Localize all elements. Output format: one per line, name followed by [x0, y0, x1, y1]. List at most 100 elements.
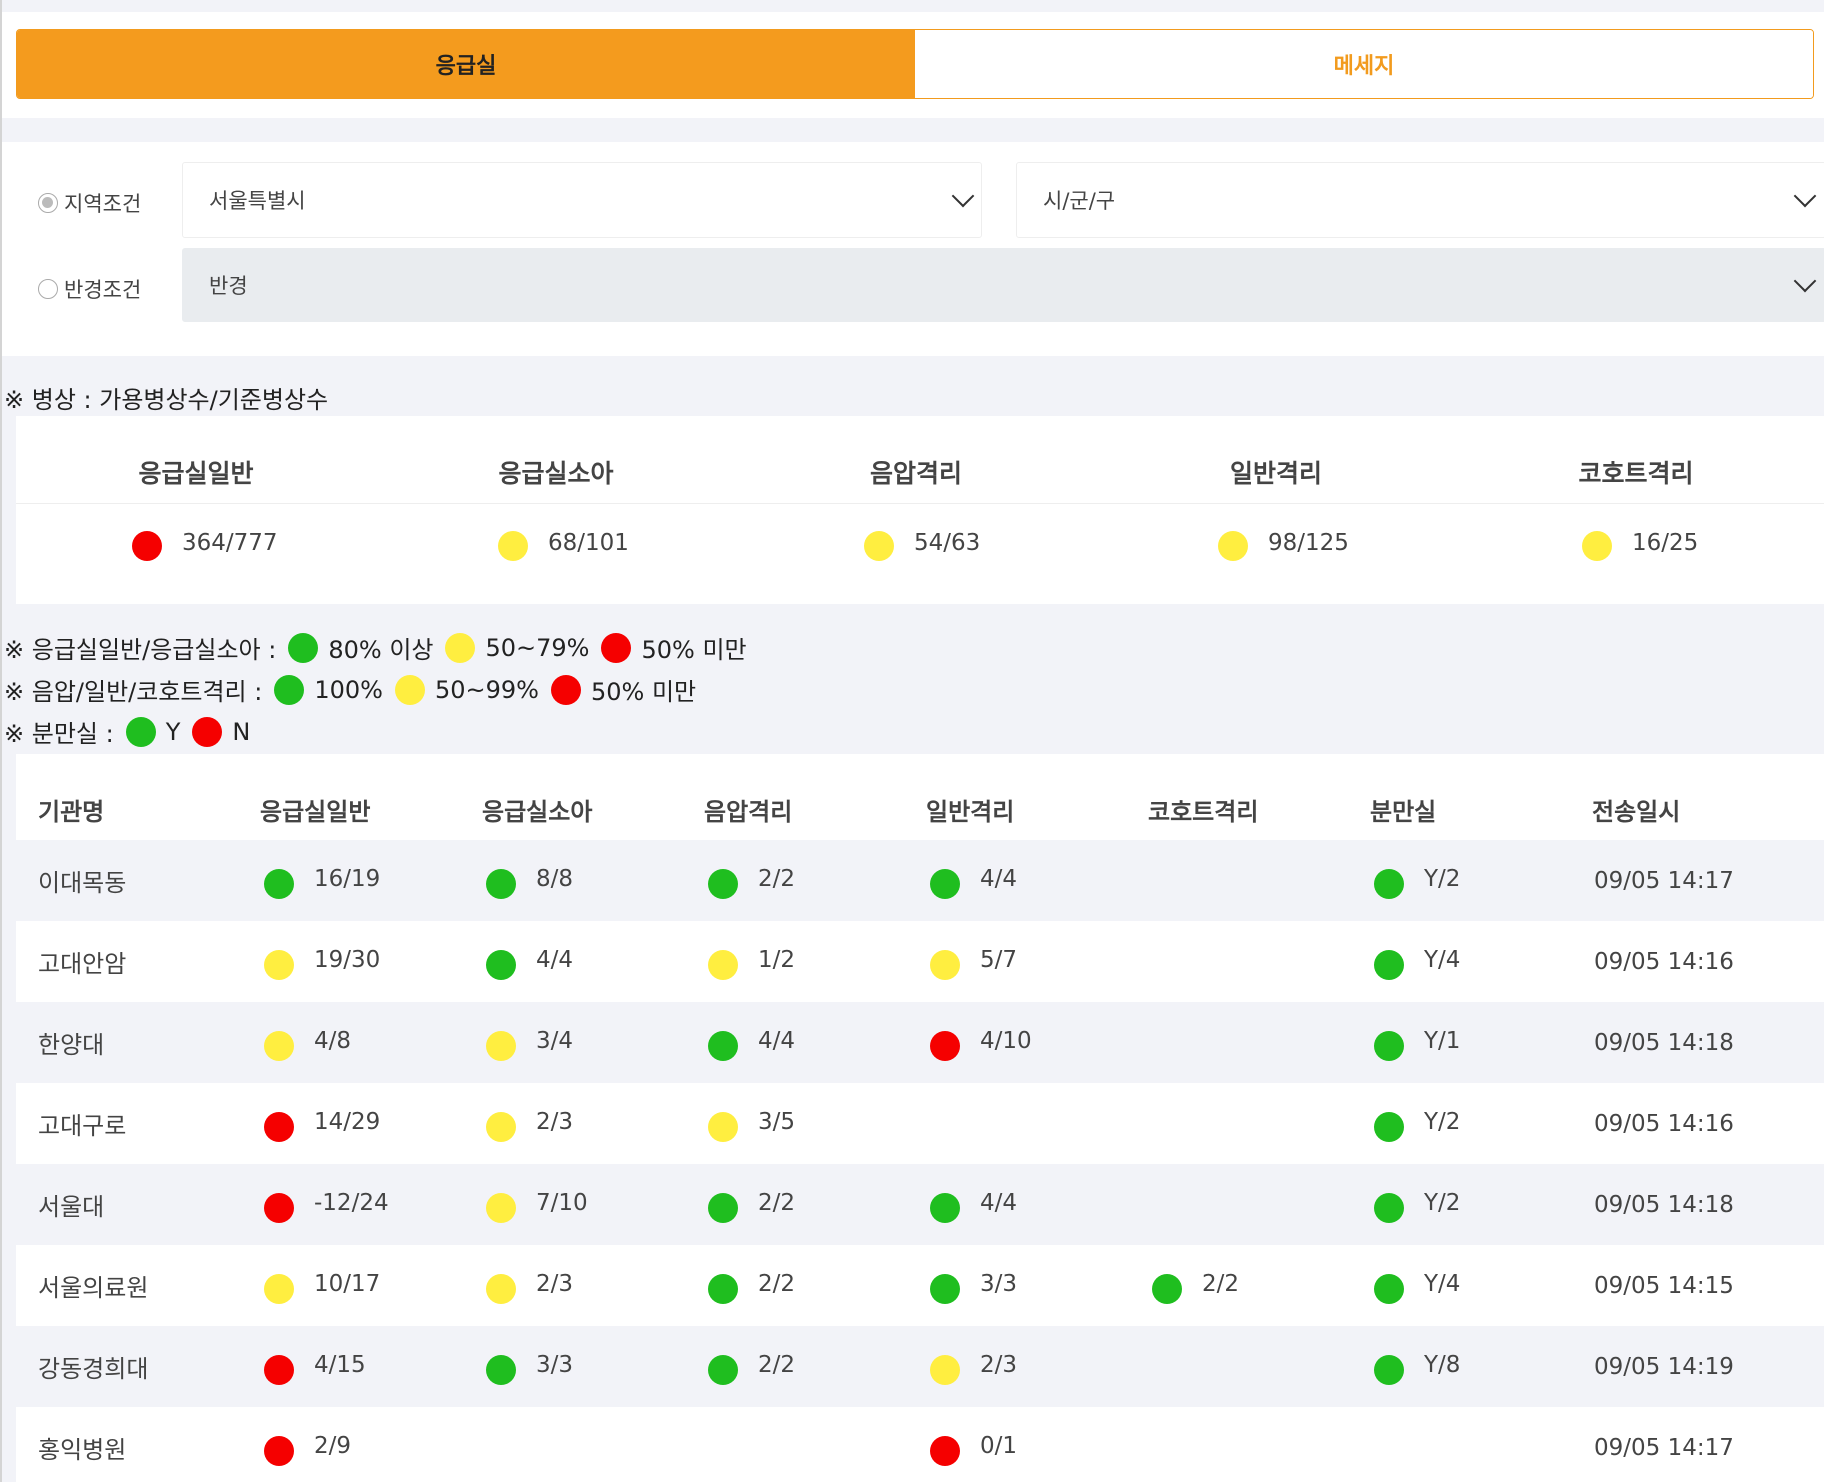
radius-select[interactable]: 반경 [182, 248, 1824, 322]
table-row[interactable]: 서울대 -12/24 7/10 2/2 4/4 Y/2 09/05 14:18 [16, 1164, 1824, 1245]
col-header-sent-time: 전송일시 [1592, 798, 1681, 826]
table-row[interactable]: 이대목동 16/19 8/8 2/2 4/4 Y/2 09/05 14:17 [16, 840, 1824, 921]
summary-header-cohort-isolation: 코호트격리 [1578, 459, 1694, 488]
legend-text: 50~99% [434, 675, 539, 704]
green-dot-icon [708, 1030, 738, 1061]
legend-text: 50% 미만 [641, 636, 747, 664]
cell-value: Y/2 [1424, 1189, 1461, 1216]
status-dot-icon [1582, 531, 1612, 561]
radio-icon[interactable] [38, 279, 58, 299]
green-dot-icon [930, 1192, 960, 1223]
table-cell: Y/4 [1374, 1245, 1460, 1326]
page: 응급실 메세지 지역조건 서울특별시 시/군/구 반경조건 반경 ※ 병상 : … [0, 0, 1824, 1482]
summary-header-er-pediatric: 응급실소아 [498, 459, 614, 488]
table-row[interactable]: 강동경희대 4/15 3/3 2/2 2/3 Y/8 09/05 14:19 [16, 1326, 1824, 1407]
legend-text: 100% [314, 675, 383, 704]
radio-icon[interactable] [38, 193, 58, 213]
cell-value: 10/17 [314, 1270, 381, 1297]
green-dot-icon [125, 716, 156, 747]
status-dot-icon [1218, 531, 1248, 561]
col-header-cohort-isolation: 코호트격리 [1148, 798, 1259, 826]
table-cell: 4/8 [264, 1002, 351, 1083]
table-cell: 2/2 [1152, 1245, 1239, 1326]
hospital-name: 이대목동 [38, 869, 127, 897]
tab-message[interactable]: 메세지 [915, 30, 1813, 98]
cell-value: Y/4 [1424, 946, 1461, 973]
table-cell: 2/3 [930, 1326, 1017, 1407]
cell-value: 2/3 [980, 1351, 1018, 1378]
cell-value: 4/4 [536, 946, 574, 973]
col-header-delivery-room: 분만실 [1370, 798, 1437, 826]
cell-value: Y/1 [1424, 1027, 1461, 1054]
green-dot-icon [1374, 868, 1404, 899]
green-dot-icon [708, 1273, 738, 1304]
radius-condition-radio[interactable]: 반경조건 [38, 274, 141, 304]
red-dot-icon [192, 716, 223, 747]
col-header-hospital: 기관명 [38, 798, 105, 826]
legend-er: ※ 응급실일반/응급실소아 : 80% 이상 50~79% 50% 미만 [4, 630, 747, 665]
table-row[interactable]: 한양대 4/8 3/4 4/4 4/10 Y/1 09/05 14:18 [16, 1002, 1824, 1083]
cell-value: 4/4 [980, 865, 1018, 892]
red-dot-icon [264, 1111, 294, 1142]
summary-header-general-isolation: 일반격리 [1229, 459, 1322, 488]
cell-value: 1/2 [758, 946, 796, 973]
cell-value: 7/10 [536, 1189, 588, 1216]
table-cell: Y/2 [1374, 840, 1460, 921]
status-dot-icon [498, 531, 528, 561]
cell-value: 2/3 [536, 1108, 574, 1135]
col-header-er-general: 응급실일반 [260, 798, 371, 826]
legend-isolation-prefix: ※ 음압/일반/코호트격리 : [4, 678, 263, 706]
yellow-dot-icon [708, 949, 738, 980]
tabs: 응급실 메세지 [16, 29, 1814, 99]
table-row[interactable]: 홍익병원 2/9 0/1 09/05 14:17 [16, 1407, 1824, 1482]
summary-cell: 364/777 [132, 528, 278, 561]
region-condition-radio[interactable]: 지역조건 [38, 188, 141, 218]
summary-value: 54/63 [914, 530, 981, 556]
legend-isolation: ※ 음압/일반/코호트격리 : 100% 50~99% 50% 미만 [4, 672, 696, 707]
cell-value: 3/4 [536, 1027, 574, 1054]
yellow-dot-icon [264, 1273, 294, 1304]
cell-value: 3/3 [980, 1270, 1018, 1297]
bed-note: ※ 병상 : 가용병상수/기준병상수 [4, 386, 329, 414]
green-dot-icon [930, 868, 960, 899]
tab-emergency-room[interactable]: 응급실 [17, 30, 915, 98]
green-dot-icon [486, 1354, 516, 1385]
city-select[interactable]: 서울특별시 [182, 162, 982, 238]
table-cell: 14/29 [264, 1083, 380, 1164]
cell-value: 4/4 [980, 1189, 1018, 1216]
yellow-dot-icon [930, 1354, 960, 1385]
table-cell: 5/7 [930, 921, 1017, 1002]
yellow-dot-icon [445, 632, 476, 663]
table-cell: -12/24 [264, 1164, 389, 1245]
cell-value: 2/2 [1202, 1270, 1240, 1297]
table-header: 기관명 응급실일반 응급실소아 음압격리 일반격리 코호트격리 분만실 전송일시 [16, 754, 1824, 840]
table-row[interactable]: 고대안암 19/30 4/4 1/2 5/7 Y/4 09/05 14:16 [16, 921, 1824, 1002]
red-dot-icon [601, 632, 632, 663]
table-cell: Y/4 [1374, 921, 1460, 1002]
status-dot-icon [864, 531, 894, 561]
table-cell: 4/4 [930, 1164, 1017, 1245]
yellow-dot-icon [394, 674, 425, 705]
region-condition-label: 지역조건 [64, 192, 142, 216]
hospital-name: 홍익병원 [38, 1436, 127, 1464]
cell-value: Y/2 [1424, 1108, 1461, 1135]
green-dot-icon [274, 674, 305, 705]
cell-value: 5/7 [980, 946, 1018, 973]
hospital-name: 고대구로 [38, 1112, 127, 1140]
table-row[interactable]: 고대구로 14/29 2/3 3/5 Y/2 09/05 14:16 [16, 1083, 1824, 1164]
green-dot-icon [1374, 1273, 1404, 1304]
district-select[interactable]: 시/군/구 [1016, 162, 1824, 238]
table-cell: 8/8 [486, 840, 573, 921]
table-cell: 2/3 [486, 1083, 573, 1164]
table-row[interactable]: 서울의료원 10/17 2/3 2/2 3/3 2/2 Y/4 09/05 14:15 [16, 1245, 1824, 1326]
legend-text: 80% 이상 [328, 636, 434, 664]
red-dot-icon [264, 1354, 294, 1385]
green-dot-icon [486, 868, 516, 899]
yellow-dot-icon [930, 949, 960, 980]
green-dot-icon [1374, 1030, 1404, 1061]
table-cell: 2/2 [708, 840, 795, 921]
hospital-name: 한양대 [38, 1031, 105, 1059]
red-dot-icon [930, 1435, 960, 1466]
cell-value: 4/10 [980, 1027, 1032, 1054]
summary-header-negative-pressure: 음압격리 [869, 459, 962, 488]
